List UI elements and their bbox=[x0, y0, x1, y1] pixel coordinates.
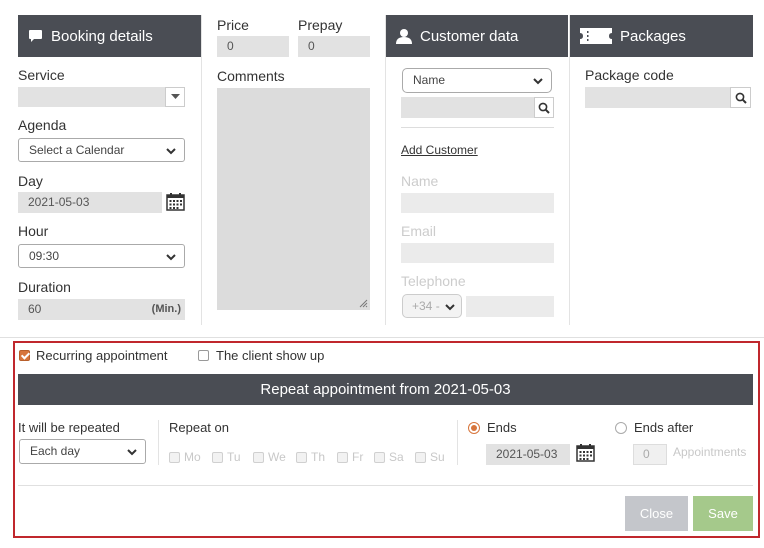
booking-details-title: Booking details bbox=[51, 27, 153, 45]
day-checkbox-th[interactable]: Th bbox=[296, 450, 325, 464]
checkbox-icon[interactable] bbox=[169, 451, 180, 463]
caret-down-icon[interactable] bbox=[165, 87, 185, 107]
ends-after-label: Ends after bbox=[634, 420, 694, 435]
divider bbox=[18, 485, 753, 486]
booking-details-header: Booking details bbox=[18, 15, 201, 57]
package-code-label: Package code bbox=[585, 67, 674, 83]
repeat-on-label: Repeat on bbox=[169, 420, 229, 435]
repeat-banner: Repeat appointment from 2021-05-03 bbox=[18, 374, 753, 405]
price-label: Price bbox=[217, 17, 249, 33]
agenda-select[interactable]: Select a Calendar bbox=[18, 138, 185, 162]
calendar-icon[interactable] bbox=[166, 193, 185, 216]
chevron-down-icon bbox=[127, 449, 137, 456]
chevron-down-icon bbox=[166, 148, 176, 155]
search-icon[interactable] bbox=[534, 97, 554, 118]
hour-label: Hour bbox=[18, 223, 49, 239]
customer-search-by-value: Name bbox=[413, 73, 446, 87]
save-button[interactable]: Save bbox=[693, 496, 753, 531]
add-customer-link[interactable]: Add Customer bbox=[401, 143, 478, 157]
chevron-down-icon bbox=[166, 254, 176, 261]
phone-prefix-select[interactable]: +34 - bbox=[402, 294, 462, 318]
chevron-down-icon bbox=[445, 304, 455, 311]
agenda-select-value: Select a Calendar bbox=[29, 143, 125, 157]
showup-checkbox[interactable]: The client show up bbox=[198, 348, 324, 363]
packages-title: Packages bbox=[620, 27, 686, 45]
ends-label: Ends bbox=[487, 420, 517, 435]
phone-prefix-value: +34 - bbox=[412, 299, 440, 313]
customer-data-title: Customer data bbox=[420, 27, 519, 45]
day-checkbox-we[interactable]: We bbox=[253, 450, 286, 464]
checkbox-icon[interactable] bbox=[253, 451, 264, 463]
checkbox-checked-icon[interactable] bbox=[19, 350, 30, 361]
repeated-label: It will be repeated bbox=[18, 420, 120, 435]
search-icon[interactable] bbox=[730, 87, 751, 108]
radio-selected-icon[interactable] bbox=[468, 421, 480, 434]
customer-email-label: Email bbox=[401, 223, 437, 239]
prepay-input[interactable]: 0 bbox=[298, 36, 370, 57]
user-icon bbox=[396, 28, 412, 44]
duration-input[interactable]: 60 (Min.) bbox=[18, 299, 185, 320]
divider bbox=[401, 127, 554, 128]
customer-telephone-label: Telephone bbox=[401, 273, 466, 289]
comments-label: Comments bbox=[217, 68, 285, 84]
column-divider bbox=[201, 15, 202, 325]
agenda-label: Agenda bbox=[18, 117, 67, 133]
customer-telephone-input[interactable] bbox=[466, 296, 554, 317]
checkbox-icon[interactable] bbox=[198, 350, 209, 361]
service-select[interactable] bbox=[18, 87, 185, 107]
customer-email-input[interactable] bbox=[401, 243, 554, 263]
checkbox-icon[interactable] bbox=[296, 451, 307, 463]
day-label: Day bbox=[18, 173, 43, 189]
customer-data-header: Customer data bbox=[386, 15, 568, 57]
ends-after-radio[interactable]: Ends after bbox=[615, 420, 693, 435]
column-divider bbox=[385, 15, 386, 325]
ticket-icon bbox=[580, 28, 612, 44]
calendar-icon[interactable] bbox=[576, 444, 595, 467]
showup-label: The client show up bbox=[216, 348, 325, 363]
close-button[interactable]: Close bbox=[625, 496, 688, 531]
duration-unit: (Min.) bbox=[151, 303, 181, 315]
comments-textarea[interactable] bbox=[217, 88, 370, 310]
recurring-checkbox[interactable]: Recurring appointment bbox=[19, 348, 168, 363]
packages-header: Packages bbox=[570, 15, 753, 57]
column-divider bbox=[158, 420, 159, 465]
checkbox-icon[interactable] bbox=[212, 451, 223, 463]
chat-bubble-icon bbox=[28, 29, 43, 44]
checkbox-icon[interactable] bbox=[374, 451, 385, 463]
duration-label: Duration bbox=[18, 279, 71, 295]
day-checkbox-su[interactable]: Su bbox=[415, 450, 445, 464]
duration-value: 60 bbox=[28, 302, 42, 316]
checkbox-icon[interactable] bbox=[337, 451, 348, 463]
column-divider bbox=[457, 420, 458, 465]
column-divider bbox=[569, 15, 570, 325]
prepay-label: Prepay bbox=[298, 17, 343, 33]
customer-search-by-select[interactable]: Name bbox=[402, 68, 552, 93]
resize-handle-icon[interactable] bbox=[359, 299, 368, 308]
appointments-label: Appointments bbox=[673, 445, 747, 459]
repeat-frequency-value: Each day bbox=[30, 444, 81, 458]
service-label: Service bbox=[18, 67, 65, 83]
hour-select[interactable]: 09:30 bbox=[18, 244, 185, 268]
day-checkbox-tu[interactable]: Tu bbox=[212, 450, 241, 464]
chevron-down-icon bbox=[533, 78, 543, 85]
day-input[interactable]: 2021-05-03 bbox=[18, 192, 162, 213]
repeat-frequency-select[interactable]: Each day bbox=[19, 439, 146, 464]
price-input[interactable]: 0 bbox=[217, 36, 289, 57]
day-checkbox-sa[interactable]: Sa bbox=[374, 450, 404, 464]
radio-icon[interactable] bbox=[615, 421, 627, 434]
ends-date-input[interactable]: 2021-05-03 bbox=[486, 444, 570, 465]
customer-name-label: Name bbox=[401, 173, 439, 189]
ends-after-input[interactable]: 0 bbox=[633, 444, 667, 465]
checkbox-icon[interactable] bbox=[415, 451, 426, 463]
recurring-label: Recurring appointment bbox=[36, 348, 168, 363]
customer-name-input[interactable] bbox=[401, 193, 554, 213]
hour-select-value: 09:30 bbox=[29, 249, 60, 263]
section-divider bbox=[0, 337, 764, 338]
day-checkbox-mo[interactable]: Mo bbox=[169, 450, 201, 464]
customer-search-input[interactable] bbox=[401, 97, 554, 118]
package-code-input[interactable] bbox=[585, 87, 751, 108]
day-checkbox-fr[interactable]: Fr bbox=[337, 450, 363, 464]
ends-radio[interactable]: Ends bbox=[468, 420, 517, 435]
